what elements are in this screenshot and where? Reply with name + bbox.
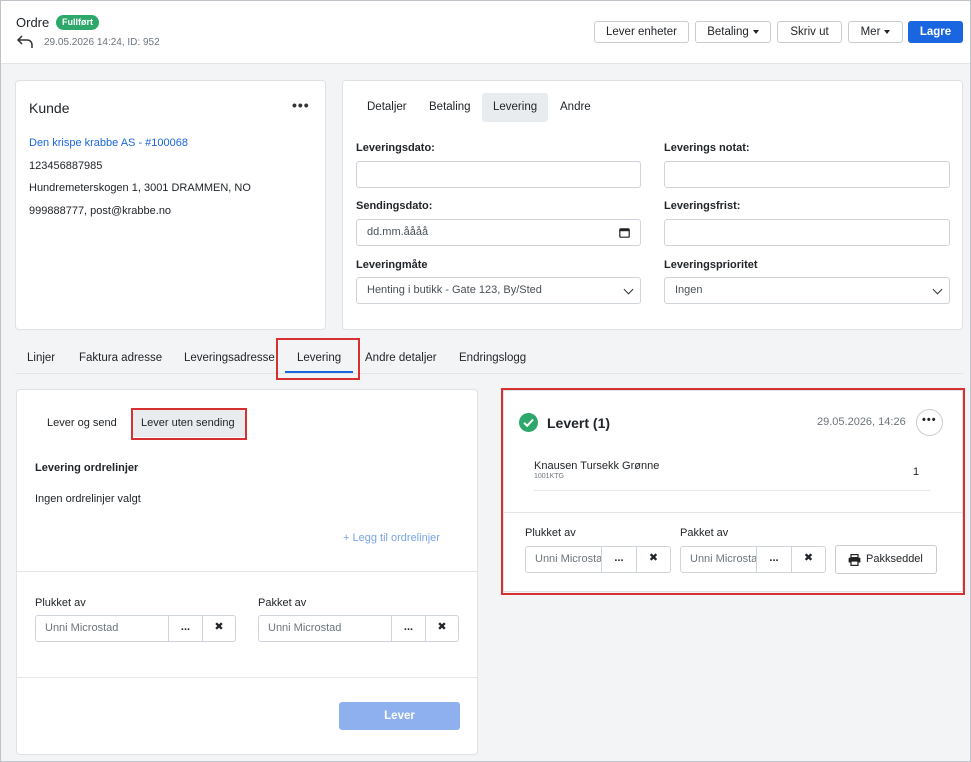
- pakket-av-clear-button[interactable]: ✖: [425, 615, 459, 642]
- leverings-notat-input[interactable]: [664, 161, 950, 188]
- lagre-button[interactable]: Lagre: [908, 21, 963, 43]
- leveringsfrist-input[interactable]: [664, 219, 950, 246]
- lever-enheter-button[interactable]: Lever enheter: [594, 21, 689, 43]
- tab-endringslogg[interactable]: Endringslogg: [459, 352, 526, 364]
- page-title: Ordre: [16, 15, 50, 30]
- tab-andre[interactable]: Andre: [560, 101, 591, 113]
- plukket-av-label: Plukket av: [35, 597, 86, 609]
- customer-org-number: 123456887985: [29, 160, 103, 172]
- plukket-av-browse-button[interactable]: ...: [168, 615, 203, 642]
- sendingsdato-label: Sendingsdato:: [356, 200, 433, 212]
- leveringsfrist-label: Leveringsfrist:: [664, 200, 741, 212]
- section-divider: [17, 677, 477, 678]
- page-header: Ordre Fullført 29.05.2026 14:24, ID: 952…: [1, 1, 970, 64]
- leverings-notat-label: Leverings notat:: [664, 142, 750, 154]
- pakket-av-browse-button[interactable]: ...: [391, 615, 426, 642]
- tab-betaling[interactable]: Betaling: [429, 101, 471, 113]
- tab-detaljer[interactable]: Detaljer: [367, 101, 407, 113]
- mer-dropdown-button[interactable]: Mer: [848, 21, 903, 43]
- leveringsdato-input[interactable]: [356, 161, 641, 188]
- tab-levering-active[interactable]: Levering: [482, 93, 548, 122]
- pakket-av-picker: Unni Microstad ... ✖: [258, 615, 459, 642]
- highlight-box-levert-panel: [501, 388, 965, 595]
- levering-ordrelinjer-title: Levering ordrelinjer: [35, 462, 139, 474]
- mer-label: Mer: [860, 26, 881, 38]
- leveringsmate-select[interactable]: Henting i butikk - Gate 123, By/Sted: [356, 277, 641, 304]
- sendingsdato-input[interactable]: dd.mm.åååå: [356, 219, 641, 246]
- subtab-lever-og-send[interactable]: Lever og send: [47, 417, 117, 429]
- skriv-ut-button[interactable]: Skriv ut: [777, 21, 842, 43]
- leveringsprioritet-value: Ingen: [675, 284, 703, 296]
- add-order-lines-link[interactable]: + Legg til ordrelinjer: [343, 532, 440, 544]
- leveringsmate-value: Henting i butikk - Gate 123, By/Sted: [367, 284, 542, 296]
- pakket-av-input[interactable]: Unni Microstad: [258, 615, 392, 642]
- order-meta: 29.05.2026 14:24, ID: 952: [44, 37, 160, 48]
- pakket-av-label: Pakket av: [258, 597, 307, 609]
- betaling-label: Betaling: [707, 26, 749, 38]
- tab-linjer[interactable]: Linjer: [27, 352, 55, 364]
- customer-address: Hundremeterskogen 1, 3001 DRAMMEN, NO: [29, 182, 251, 194]
- lever-submit-button[interactable]: Lever: [339, 702, 460, 730]
- section-divider: [17, 571, 477, 572]
- order-details-card: Detaljer Betaling Levering Andre Leverin…: [342, 80, 963, 330]
- tabs-divider: [15, 373, 963, 374]
- customer-heading: Kunde: [29, 100, 70, 116]
- betaling-dropdown-button[interactable]: Betaling: [695, 21, 771, 43]
- highlight-box-lever-uten-sending: [131, 408, 247, 440]
- plukket-av-input[interactable]: Unni Microstad: [35, 615, 169, 642]
- tab-faktura-adresse[interactable]: Faktura adresse: [79, 352, 162, 364]
- chevron-down-icon: [623, 284, 634, 295]
- status-badge: Fullført: [56, 15, 99, 30]
- chevron-down-icon: [932, 284, 943, 295]
- plukket-av-clear-button[interactable]: ✖: [202, 615, 236, 642]
- leveringsdato-label: Leveringsdato:: [356, 142, 435, 154]
- customer-card: Kunde ••• Den krispe krabbe AS - #100068…: [15, 80, 326, 330]
- caret-down-icon: [884, 29, 891, 34]
- calendar-icon[interactable]: [619, 227, 630, 238]
- close-icon: ✖: [437, 621, 447, 633]
- caret-down-icon: [752, 29, 759, 34]
- sendingsdato-placeholder: dd.mm.åååå: [367, 226, 429, 238]
- highlight-box-levering-tab: [276, 338, 360, 380]
- lever-panel: Lever og send Lever uten sending Leverin…: [16, 389, 478, 755]
- back-arrow-icon[interactable]: [16, 34, 34, 50]
- leveringsprioritet-label: Leveringsprioritet: [664, 259, 758, 271]
- tab-leveringsadresse[interactable]: Leveringsadresse: [184, 352, 275, 364]
- tab-andre-detaljer[interactable]: Andre detaljer: [365, 352, 437, 364]
- more-options-icon[interactable]: •••: [292, 97, 310, 113]
- leveringsmate-label: Leveringmåte: [356, 259, 428, 271]
- empty-state-text: Ingen ordrelinjer valgt: [35, 493, 141, 505]
- close-icon: ✖: [214, 621, 224, 633]
- plukket-av-picker: Unni Microstad ... ✖: [35, 615, 236, 642]
- customer-link[interactable]: Den krispe krabbe AS - #100068: [29, 137, 188, 149]
- customer-contact: 999888777, post@krabbe.no: [29, 205, 172, 217]
- leveringsprioritet-select[interactable]: Ingen: [664, 277, 950, 304]
- tab-levering-label: Levering: [493, 101, 538, 113]
